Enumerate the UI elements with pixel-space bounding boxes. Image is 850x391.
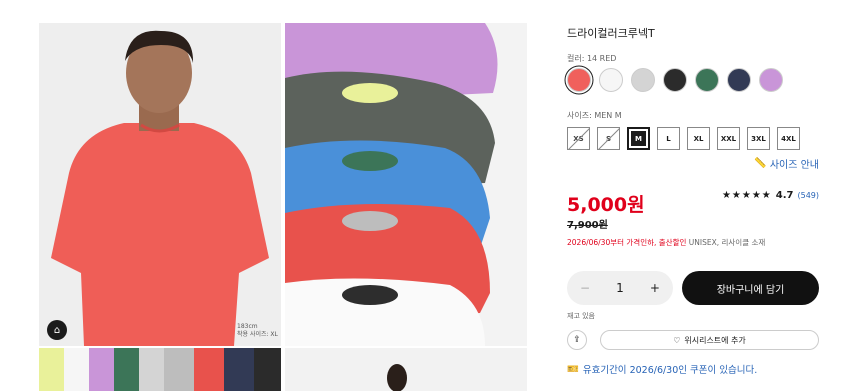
- wishlist-label: 위시리스트에 추가: [684, 335, 746, 345]
- plus-icon[interactable]: +: [650, 281, 660, 295]
- size-guide-link[interactable]: 📏 사이즈 안내: [754, 156, 819, 171]
- color-swatches: [567, 68, 783, 92]
- product-info-panel: 드라이컬러크루넥T 컬러: 14 RED 사이즈: MEN M XS S M L XL X…: [567, 0, 819, 391]
- color-swatch[interactable]: [727, 68, 751, 92]
- size-option-4xl[interactable]: 4XL: [777, 127, 800, 150]
- size-option-l[interactable]: L: [657, 127, 680, 150]
- original-price: 7,900원: [567, 220, 608, 231]
- ruler-icon: 📏: [754, 158, 767, 169]
- model-illustration: [39, 23, 281, 346]
- sale-price: 5,000원: [567, 194, 645, 216]
- size-option-xl[interactable]: XL: [687, 127, 710, 150]
- star-icons: ★★★★★: [721, 190, 772, 201]
- size-option-m[interactable]: M: [627, 127, 650, 150]
- color-swatch[interactable]: [695, 68, 719, 92]
- hanger-icon[interactable]: ⌂: [47, 320, 67, 340]
- size-option-xs[interactable]: XS: [567, 127, 590, 150]
- size-option-3xl[interactable]: 3XL: [747, 127, 770, 150]
- wishlist-button[interactable]: ♡ 위시리스트에 추가: [600, 330, 819, 350]
- folded-tees-photo[interactable]: [285, 23, 527, 346]
- color-lineup-photo[interactable]: [39, 348, 281, 391]
- coupon-icon: 🎫: [567, 363, 579, 375]
- color-lineup-illustration: [39, 348, 281, 391]
- review-count[interactable]: (549): [797, 191, 819, 200]
- product-gallery: ⌂ 183cm 착용 사이즈: XL: [39, 23, 527, 391]
- size-label: 사이즈: MEN M: [567, 111, 622, 120]
- share-icon[interactable]: ⇪: [567, 330, 587, 350]
- folded-tees-illustration: [285, 23, 527, 346]
- model-2-illustration: [285, 348, 527, 391]
- stock-status: 재고 있음: [567, 312, 595, 320]
- promo-highlight: 2026/06/30부터 가격인하, 출산할인: [567, 238, 687, 247]
- rating[interactable]: ★★★★★ 4.7 (549): [722, 190, 819, 201]
- color-swatch[interactable]: [759, 68, 783, 92]
- color-swatch[interactable]: [567, 68, 591, 92]
- quantity-stepper: − 1 +: [567, 271, 673, 305]
- minus-icon[interactable]: −: [580, 281, 590, 295]
- promo-rest: UNISEX, 리사이클 소재: [686, 238, 766, 247]
- promo-text: 2026/06/30부터 가격인하, 출산할인 UNISEX, 리사이클 소재: [567, 237, 765, 248]
- size-option-s[interactable]: S: [597, 127, 620, 150]
- heart-icon: ♡: [673, 335, 681, 345]
- coupon-text: 유효기간이 2026/6/30인 쿠폰이 있습니다.: [582, 365, 758, 376]
- color-label: 컬러: 14 RED: [567, 54, 617, 63]
- rating-value: 4.7: [775, 190, 794, 201]
- product-title: 드라이컬러크루넥T: [567, 27, 655, 40]
- model-caption: 183cm 착용 사이즈: XL: [237, 323, 278, 338]
- add-to-cart-button[interactable]: 장바구니에 담기: [682, 271, 819, 305]
- model-photo[interactable]: ⌂ 183cm 착용 사이즈: XL: [39, 23, 281, 346]
- quantity-value[interactable]: 1: [616, 281, 624, 295]
- color-swatch[interactable]: [663, 68, 687, 92]
- size-guide-label: 사이즈 안내: [769, 160, 819, 171]
- coupon-notice[interactable]: 🎫 유효기간이 2026/6/30인 쿠폰이 있습니다.: [567, 362, 758, 377]
- color-swatch[interactable]: [599, 68, 623, 92]
- size-options: XS S M L XL XXL 3XL 4XL: [567, 127, 800, 150]
- color-swatch[interactable]: [631, 68, 655, 92]
- model-photo-2[interactable]: [285, 348, 527, 391]
- size-option-xxl[interactable]: XXL: [717, 127, 740, 150]
